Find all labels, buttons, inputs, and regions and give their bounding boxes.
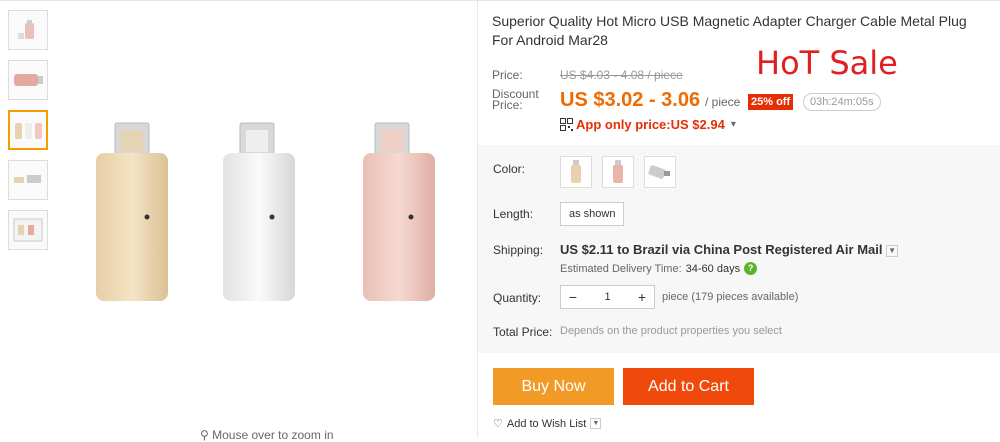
countdown-timer: 03h:24m:05s [803, 93, 881, 111]
delivery-estimate: Estimated Delivery Time: 34-60 days ? [560, 262, 758, 275]
thumbnail-3-selected[interactable] [8, 110, 48, 150]
thumbnail-5[interactable] [8, 210, 48, 250]
main-product-image[interactable] [60, 5, 470, 425]
length-label: Length: [493, 207, 534, 221]
thumbnail-1[interactable] [8, 10, 48, 50]
wish-list-text: Add to Wish List [506, 417, 587, 430]
quantity-stepper: − 1 + [560, 285, 655, 309]
discount-price-label: Discount Price: [492, 88, 539, 112]
wish-list-link[interactable]: ♡ Add to Wish List ▼ [493, 417, 602, 430]
heart-icon: ♡ [493, 418, 503, 430]
discount-price: US $3.02 - 3.06 [560, 89, 701, 111]
buy-now-button[interactable]: Buy Now [493, 368, 614, 405]
quantity-decrease-button[interactable]: − [561, 286, 585, 308]
delivery-label: Estimated Delivery Time: [560, 262, 682, 275]
help-icon[interactable]: ? [744, 262, 758, 275]
app-only-price[interactable]: App only price:US $2.94 ▾ [560, 117, 736, 132]
quantity-increase-button[interactable]: + [630, 286, 654, 308]
quantity-label: Quantity: [493, 291, 542, 305]
discount-badge: 25% off [748, 94, 794, 110]
original-price: US $4.03 - 4.08 / piece [560, 68, 683, 82]
discount-label-line2: Price: [492, 98, 523, 112]
shipping-destination: to Brazil via China Post Registered Air … [617, 242, 883, 257]
promo-text: HoT Sale [756, 44, 898, 82]
price-label: Price: [492, 68, 523, 82]
color-swatch-silver[interactable] [644, 156, 676, 188]
shipping-label: Shipping: [493, 243, 544, 257]
chevron-down-icon[interactable]: ▼ [886, 244, 899, 257]
quantity-input[interactable]: 1 [585, 286, 630, 308]
color-label: Color: [493, 162, 526, 176]
shipping-info[interactable]: US $2.11 to Brazil via China Post Regist… [560, 242, 899, 257]
availability-text: piece (179 pieces available) [662, 291, 799, 303]
product-title: Superior Quality Hot Micro USB Magnetic … [492, 13, 967, 48]
zoom-hint: ⚲ Mouse over to zoom in [200, 428, 334, 442]
chevron-down-icon[interactable]: ▼ [590, 418, 602, 429]
search-icon: ⚲ [200, 428, 209, 442]
total-price-note: Depends on the product properties you se… [560, 325, 782, 337]
per-piece-unit: / piece [705, 95, 741, 109]
thumbnail-strip [8, 10, 50, 260]
app-price-text: App only price:US $2.94 [576, 117, 725, 132]
delivery-days: 34-60 days [685, 262, 741, 275]
top-border [0, 0, 1000, 3]
color-swatch-rose[interactable] [602, 156, 634, 188]
color-swatch-gold[interactable] [560, 156, 592, 188]
qr-code-icon [560, 118, 573, 131]
chevron-down-icon: ▾ [730, 119, 736, 130]
add-to-cart-button[interactable]: Add to Cart [623, 368, 754, 405]
length-option[interactable]: as shown [560, 202, 625, 226]
total-price-label: Total Price: [493, 325, 553, 339]
zoom-hint-text: Mouse over to zoom in [212, 428, 334, 442]
thumbnail-4[interactable] [8, 160, 48, 200]
thumbnail-2[interactable] [8, 60, 48, 100]
shipping-price: US $2.11 [560, 242, 614, 257]
